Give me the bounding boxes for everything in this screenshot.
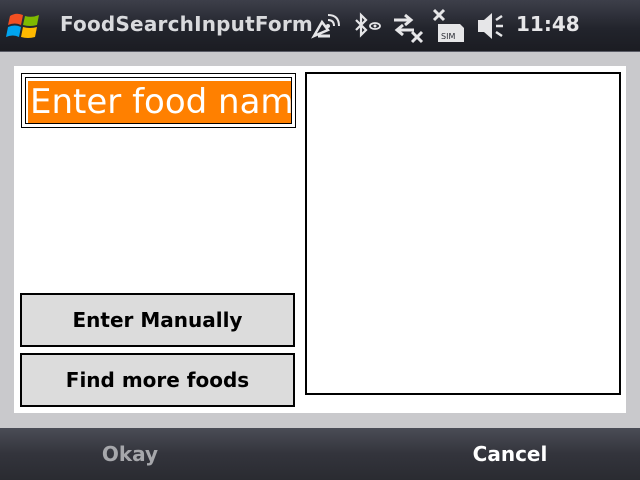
food-search-input[interactable]: Enter food nam xyxy=(21,73,296,128)
app-title: FoodSearchInputForm xyxy=(60,12,313,36)
cancel-softkey[interactable]: Cancel xyxy=(380,428,640,480)
svg-text:SIM: SIM xyxy=(441,32,455,41)
no-sim-icon[interactable]: SIM xyxy=(430,6,470,46)
softkey-bar: Okay Cancel xyxy=(0,428,640,480)
clock[interactable]: 11:48 xyxy=(516,12,580,36)
enter-manually-button[interactable]: Enter Manually xyxy=(20,293,295,347)
food-results-list[interactable] xyxy=(305,72,621,395)
signal-antenna-icon[interactable] xyxy=(308,6,348,46)
bluetooth-icon[interactable] xyxy=(348,6,388,46)
data-connection-icon[interactable] xyxy=(388,6,428,46)
windows-start-icon[interactable] xyxy=(4,6,46,46)
speaker-mute-icon[interactable] xyxy=(472,6,512,46)
title-divider xyxy=(0,51,640,52)
title-bar: FoodSearchInputForm SIM 11:48 xyxy=(0,0,640,52)
food-search-value[interactable]: Enter food nam xyxy=(28,81,291,123)
food-search-inner[interactable]: Enter food nam xyxy=(25,77,292,124)
find-more-foods-button[interactable]: Find more foods xyxy=(20,353,295,407)
okay-softkey[interactable]: Okay xyxy=(0,428,260,480)
